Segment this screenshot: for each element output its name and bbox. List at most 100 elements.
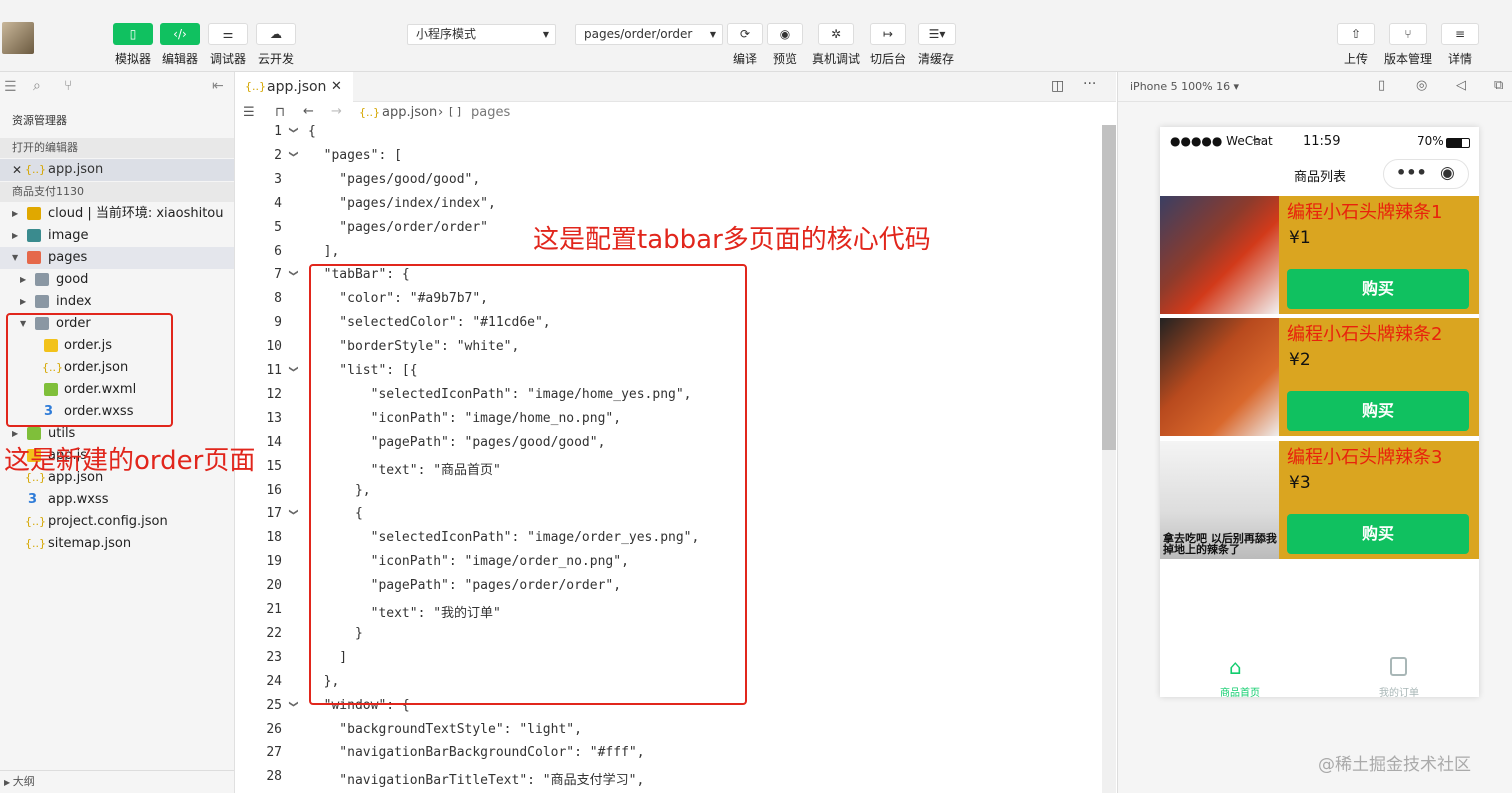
folder-icon — [27, 427, 41, 440]
tree-item-sitemap[interactable]: {..} sitemap.json — [0, 533, 234, 555]
fold-chevron-icon[interactable]: ❯ — [288, 126, 298, 134]
fold-chevron-icon[interactable]: ❯ — [288, 700, 298, 708]
debugger-toggle-button[interactable]: ⚌ — [208, 23, 248, 45]
open-editor-item[interactable]: ✕ {..} app.json — [0, 159, 234, 181]
search-icon[interactable]: ⌕ — [33, 78, 41, 94]
close-target-icon[interactable]: ◉ — [1440, 163, 1455, 183]
bookmark-icon[interactable]: ⊓ — [275, 105, 285, 120]
json-file-icon: {..} — [25, 515, 46, 528]
back-icon[interactable]: ← — [303, 104, 314, 119]
mode-select[interactable]: 小程序模式 ▼ — [407, 24, 556, 45]
buy-button[interactable]: 购买 — [1287, 391, 1469, 431]
clear-cache-button[interactable]: ☰▾ — [918, 23, 956, 45]
order-icon[interactable] — [1390, 657, 1407, 676]
editor-scrollbar[interactable] — [1102, 125, 1116, 793]
upload-label: 上传 — [1343, 52, 1368, 66]
tree-item-index[interactable]: ▶ index — [0, 291, 234, 313]
editor-toggle-button[interactable]: ‹/› — [160, 23, 200, 45]
buy-button[interactable]: 购买 — [1287, 514, 1469, 554]
page-select[interactable]: pages/order/order ▼ — [575, 24, 723, 45]
fold-chevron-icon[interactable]: ❯ — [288, 365, 298, 373]
close-icon[interactable]: ✕ — [331, 72, 342, 102]
list-icon[interactable]: ☰ — [4, 79, 17, 95]
chevron-right-icon: ▶ — [20, 297, 27, 306]
project-header[interactable]: 商品支付1130 — [0, 182, 234, 202]
chevron-right-icon: › — [438, 105, 444, 120]
branch-icon[interactable]: ⑂ — [64, 78, 72, 94]
tab-order-label[interactable]: 我的订单 — [1379, 684, 1419, 699]
split-editor-icon[interactable]: ◫ — [1051, 78, 1064, 94]
folder-icon — [27, 251, 41, 264]
outline-header[interactable]: ▶ 大纲 — [0, 770, 234, 792]
tree-item-image[interactable]: ▶ image — [0, 225, 234, 247]
top-toolbar: ▯ 模拟器 ‹/› 编辑器 ⚌ 调试器 ☁ 云开发 小程序模式 ▼ pages/o… — [0, 0, 1512, 72]
chevron-down-icon: ▼ — [542, 30, 549, 39]
cloud-dev-button[interactable]: ☁ — [256, 23, 296, 45]
phone-icon[interactable]: ▯ — [1378, 78, 1385, 93]
open-editors-header[interactable]: 打开的编辑器 — [0, 138, 234, 158]
chevron-down-icon: ▼ — [12, 253, 19, 262]
fold-chevron-icon[interactable]: ❯ — [288, 270, 298, 278]
buy-button[interactable]: 购买 — [1287, 269, 1469, 309]
tree-item-project-config[interactable]: {..} project.config.json — [0, 511, 234, 533]
code-line: { — [308, 124, 316, 139]
compile-button[interactable]: ⟳ — [727, 23, 763, 45]
remote-debug-button[interactable]: ✲ — [818, 23, 854, 45]
window-icon[interactable]: ⧉ — [1494, 78, 1503, 93]
home-icon[interactable]: ⌂ — [1229, 655, 1242, 679]
folder-icon — [35, 273, 49, 286]
background-button[interactable]: ↦ — [870, 23, 906, 45]
version-button[interactable]: ⑂ — [1389, 23, 1427, 45]
code-line: "pages/good/good", — [308, 171, 481, 187]
breadcrumb: ☰ ⊓ ← → {..} app.json › [ ] pages — [235, 103, 1116, 125]
tab-home-label[interactable]: 商品首页 — [1220, 684, 1260, 699]
product-name: 编程小石头牌辣条2 — [1287, 324, 1443, 345]
breadcrumb-file[interactable]: app.json — [382, 105, 437, 120]
tabbar-highlight-box — [309, 264, 747, 705]
product-image — [1160, 318, 1279, 436]
line-number: 27 — [266, 745, 282, 761]
fold-chevron-icon[interactable]: ❯ — [288, 509, 298, 517]
forward-icon[interactable]: → — [331, 104, 342, 119]
tree-item-good[interactable]: ▶ good — [0, 269, 234, 291]
product-name: 编程小石头牌辣条1 — [1287, 202, 1443, 223]
upload-button[interactable]: ⇧ — [1337, 23, 1375, 45]
chevron-right-icon: ▶ — [20, 275, 27, 284]
line-number: 12 — [266, 386, 282, 402]
fold-chevron-icon[interactable]: ❯ — [288, 150, 298, 158]
tree-item-app-wxss[interactable]: 3 app.wxss — [0, 489, 234, 511]
capsule-button[interactable]: ••• ◉ — [1383, 159, 1469, 189]
editor-tab[interactable]: {..} app.json ✕ — [235, 72, 353, 102]
preview-label: 预览 — [772, 52, 797, 66]
device-select[interactable]: iPhone 5 100% 16 ▾ — [1130, 80, 1239, 93]
list-icon[interactable]: ☰ — [243, 105, 255, 120]
breadcrumb-node[interactable]: pages — [471, 105, 510, 120]
scrollbar-thumb[interactable] — [1102, 125, 1116, 450]
preview-button[interactable]: ◉ — [767, 23, 803, 45]
details-button[interactable]: ≡ — [1441, 23, 1479, 45]
volume-icon[interactable]: ◁ — [1456, 78, 1466, 93]
more-icon[interactable]: ••• — [1396, 163, 1427, 182]
wxss-file-icon: 3 — [28, 492, 38, 507]
tree-item-cloud[interactable]: ▶ cloud | 当前环境: xiaoshitou — [0, 203, 234, 225]
line-number: 24 — [266, 673, 282, 689]
product-price: ¥3 — [1289, 473, 1311, 493]
product-price: ¥2 — [1289, 350, 1311, 370]
tree-item-pages[interactable]: ▼ pages — [0, 247, 234, 269]
code-line: ], — [308, 243, 340, 259]
more-icon[interactable]: ··· — [1083, 76, 1096, 92]
editor-tab-bar: {..} app.json ✕ ◫ ··· — [235, 72, 1116, 102]
close-icon[interactable]: ✕ — [12, 159, 22, 181]
collapse-icon[interactable]: ⇤ — [212, 78, 224, 94]
simulator-toggle-button[interactable]: ▯ — [113, 23, 153, 45]
line-number: 26 — [266, 721, 282, 737]
code-line: "navigationBarBackgroundColor": "#fff", — [308, 745, 645, 761]
record-icon[interactable]: ◎ — [1416, 78, 1427, 93]
cloud-dev-label: 云开发 — [257, 52, 294, 66]
chevron-right-icon: ▶ — [12, 231, 19, 240]
line-number: 1 — [274, 124, 282, 139]
json-file-icon: {..} — [359, 106, 380, 119]
code-line: "navigationBarTitleText": "商品支付学习", — [308, 773, 645, 789]
simulator-header: iPhone 5 100% 16 ▾ ▯ ◎ ◁ ⧉ — [1118, 72, 1512, 102]
tab-bar — [1160, 650, 1479, 697]
